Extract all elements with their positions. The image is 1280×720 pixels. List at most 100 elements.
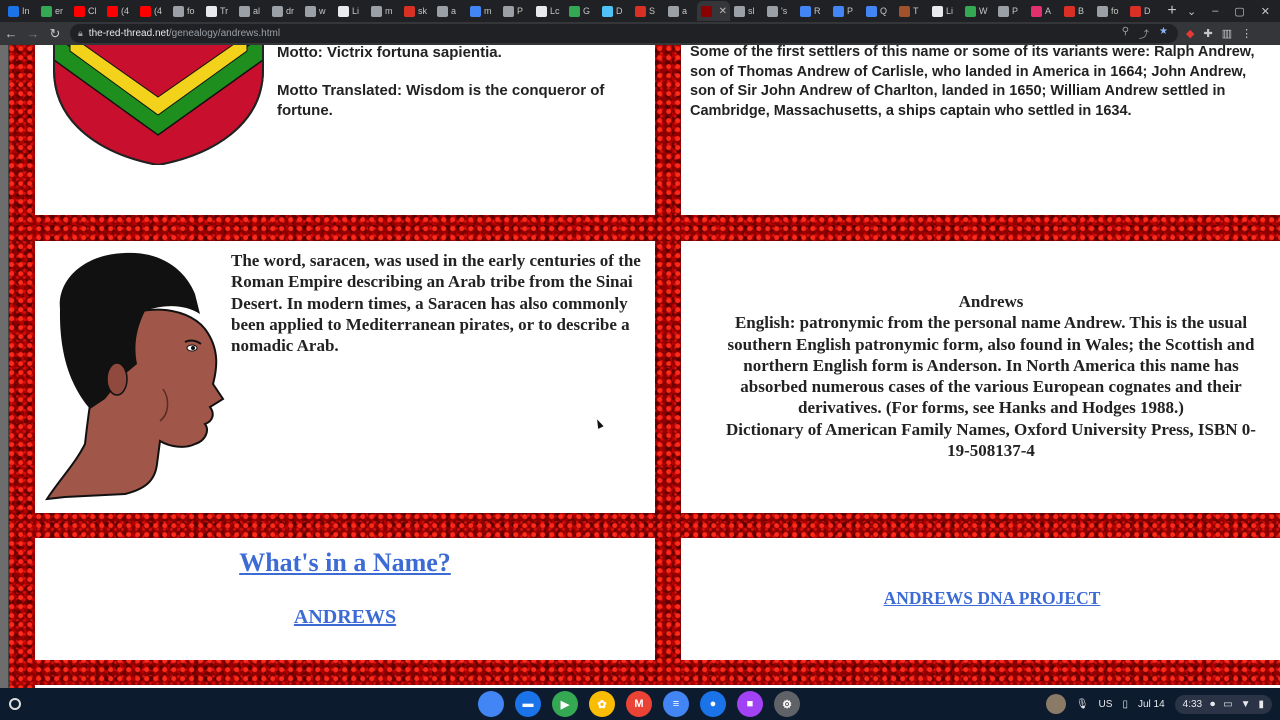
browser-tab[interactable]: a bbox=[664, 1, 697, 21]
bookmark-star-icon[interactable]: ★ bbox=[1159, 26, 1168, 41]
browser-tab[interactable]: B bbox=[1060, 1, 1093, 21]
browser-tab[interactable]: P bbox=[829, 1, 862, 21]
tab-favicon-icon bbox=[503, 5, 514, 17]
browser-tab[interactable]: m bbox=[466, 1, 499, 21]
browser-tab[interactable]: er bbox=[37, 1, 70, 21]
dna-project-link[interactable]: ANDREWS DNA PROJECT bbox=[884, 588, 1101, 608]
definition-source: Dictionary of American Family Names, Oxf… bbox=[726, 419, 1256, 439]
launcher-icon[interactable] bbox=[9, 698, 21, 710]
browser-tab[interactable]: Q bbox=[862, 1, 895, 21]
tab-label: m bbox=[385, 6, 393, 16]
browser-tab[interactable]: sk bbox=[400, 1, 433, 21]
extensions-puzzle-icon[interactable]: ✚ bbox=[1203, 27, 1212, 40]
browser-tab[interactable]: P bbox=[994, 1, 1027, 21]
maximize-icon[interactable]: ▢ bbox=[1234, 5, 1244, 18]
wifi-icon: ▼ bbox=[1240, 698, 1251, 710]
zoom-icon[interactable]: ⚲ bbox=[1122, 26, 1129, 41]
screencast-app-icon[interactable]: ■ bbox=[737, 691, 763, 717]
play-store-app-icon[interactable]: ▶ bbox=[552, 691, 578, 717]
minimize-icon[interactable]: – bbox=[1212, 5, 1218, 18]
microphone-icon[interactable]: 🎙︎ bbox=[1076, 699, 1089, 710]
browser-tab[interactable]: Lc bbox=[532, 1, 565, 21]
browser-tab[interactable]: S bbox=[631, 1, 664, 21]
browser-tab[interactable]: a bbox=[433, 1, 466, 21]
tab-favicon-icon bbox=[800, 5, 811, 17]
definition-line: English: patronymic from the personal na… bbox=[734, 313, 1248, 333]
whats-in-a-name-link[interactable]: What's in a Name? bbox=[239, 548, 451, 577]
forward-icon[interactable]: → bbox=[22, 26, 44, 41]
tab-favicon-icon bbox=[8, 5, 19, 17]
menu-icon[interactable]: ⋮ bbox=[1241, 27, 1252, 40]
definition-line: derivatives. (For forms, see Hanks and H… bbox=[798, 398, 1184, 418]
chrome-app-icon[interactable] bbox=[478, 691, 504, 717]
saracen-head-image bbox=[45, 252, 225, 501]
browser-tab[interactable]: A bbox=[1027, 1, 1060, 21]
browser-tab[interactable]: Cl bbox=[70, 1, 103, 21]
extension-icon[interactable]: ◆ bbox=[1186, 27, 1194, 40]
tab-close-icon[interactable]: ✕ bbox=[719, 6, 727, 17]
status-area[interactable]: 4:33 ⏺ ▭ ▼ ▮ bbox=[1174, 694, 1272, 714]
tab-favicon-icon bbox=[635, 5, 646, 17]
files-app-icon[interactable]: ▬ bbox=[515, 691, 541, 717]
new-tab-button[interactable]: + bbox=[1159, 2, 1185, 20]
tab-favicon-icon bbox=[338, 5, 349, 17]
back-icon[interactable]: ← bbox=[0, 26, 22, 41]
browser-tab[interactable]: dr bbox=[268, 1, 301, 21]
whats-in-a-name-panel: What's in a Name? ANDREWS bbox=[35, 538, 655, 660]
page-viewport: Motto: Victrix fortuna sapientia. Motto … bbox=[0, 45, 1280, 688]
tab-favicon-icon bbox=[998, 5, 1009, 17]
browser-tab[interactable]: Li bbox=[334, 1, 367, 21]
tab-label: W bbox=[979, 6, 988, 16]
address-bar[interactable]: 🔒︎ the-red-thread.net/genealogy/andrews.… bbox=[70, 24, 1178, 43]
browser-tab[interactable]: ✕ bbox=[697, 1, 730, 21]
dna-project-panel: ANDREWS DNA PROJECT bbox=[681, 538, 1280, 660]
browser-tab[interactable]: In bbox=[4, 1, 37, 21]
browser-tab[interactable]: fo bbox=[1093, 1, 1126, 21]
chat-app-icon[interactable]: ● bbox=[700, 691, 726, 717]
browser-tab[interactable]: P bbox=[499, 1, 532, 21]
avatar[interactable] bbox=[1045, 694, 1066, 714]
browser-tab[interactable]: (4 bbox=[136, 1, 169, 21]
gmail-app-icon[interactable]: M bbox=[626, 691, 652, 717]
docs-app-icon[interactable]: ≡ bbox=[663, 691, 689, 717]
tab-search-icon[interactable]: ⌄ bbox=[1187, 5, 1196, 18]
browser-tab[interactable]: (4 bbox=[103, 1, 136, 21]
andrews-link[interactable]: ANDREWS bbox=[294, 606, 396, 628]
browser-tab[interactable]: W bbox=[961, 1, 994, 21]
tab-label: 's bbox=[781, 6, 788, 16]
browser-tab[interactable]: D bbox=[598, 1, 631, 21]
browser-tab[interactable]: Tr bbox=[202, 1, 235, 21]
share-icon[interactable]: ⤴ bbox=[1139, 26, 1149, 41]
shelf-date[interactable]: Jul 14 bbox=[1138, 699, 1165, 710]
browser-tab[interactable]: sl bbox=[730, 1, 763, 21]
lock-icon[interactable]: 🔒︎ bbox=[78, 28, 83, 39]
browser-tab[interactable]: Li bbox=[928, 1, 961, 21]
close-window-icon[interactable]: ✕ bbox=[1261, 5, 1270, 18]
tab-favicon-icon bbox=[536, 5, 547, 17]
andrews-link-wrap: ANDREWS bbox=[35, 606, 655, 629]
browser-tab[interactable]: 's bbox=[763, 1, 796, 21]
photos-app-icon[interactable]: ✿ bbox=[589, 691, 615, 717]
browser-tab[interactable]: D bbox=[1126, 1, 1159, 21]
settings-app-icon[interactable]: ⚙ bbox=[774, 691, 800, 717]
screen-icon: ▭ bbox=[1223, 698, 1233, 710]
tab-favicon-icon bbox=[74, 5, 85, 17]
browser-tab[interactable]: w bbox=[301, 1, 334, 21]
browser-tab[interactable]: T bbox=[895, 1, 928, 21]
tab-favicon-icon bbox=[206, 5, 217, 17]
settlers-text: Some of the first settlers of this name … bbox=[690, 45, 1255, 120]
browser-tab[interactable]: R bbox=[796, 1, 829, 21]
reload-icon[interactable]: ↻ bbox=[44, 26, 66, 42]
browser-tab[interactable]: fo bbox=[169, 1, 202, 21]
browser-tab[interactable]: m bbox=[367, 1, 400, 21]
keyboard-layout[interactable]: US bbox=[1099, 699, 1113, 710]
browser-tab[interactable]: al bbox=[235, 1, 268, 21]
tab-label: Li bbox=[946, 6, 954, 16]
settlers-panel: Some of the first settlers of this name … bbox=[681, 45, 1280, 215]
toolbar-right: ◆ ✚ ▥ ⋮ bbox=[1186, 27, 1252, 40]
side-panel-icon[interactable]: ▥ bbox=[1222, 27, 1232, 40]
tab-label: Lc bbox=[550, 6, 560, 16]
tab-label: P bbox=[517, 6, 524, 16]
browser-tab[interactable]: G bbox=[565, 1, 598, 21]
phone-hub-icon[interactable]: ▯ bbox=[1122, 699, 1128, 710]
